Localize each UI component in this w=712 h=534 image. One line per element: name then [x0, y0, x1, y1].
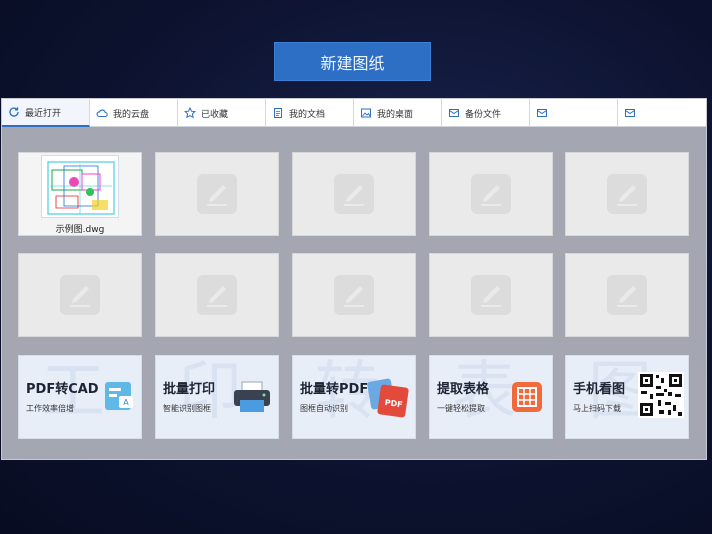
feature-batch-print[interactable]: 印 批量打印 智能识别图框	[155, 355, 279, 439]
document-icon	[272, 107, 284, 119]
feature-subtitle: 马上扫码下载	[573, 404, 621, 413]
empty-slot	[565, 152, 689, 236]
placeholder-icon	[334, 275, 374, 315]
refresh-icon	[8, 106, 20, 118]
empty-slot	[292, 152, 416, 236]
tab-label: 备份文件	[465, 109, 502, 120]
qr-code-icon	[638, 372, 684, 418]
tab-label: 最近打开	[25, 108, 62, 119]
feature-mobile-view[interactable]: 图 手机看图 马上扫码下载	[565, 355, 689, 439]
placeholder-icon	[197, 275, 237, 315]
empty-slot	[292, 253, 416, 337]
feature-title: 批量转PDF	[300, 382, 369, 397]
tab-backup[interactable]: 备份文件	[442, 99, 530, 127]
feature-title: PDF转CAD	[26, 382, 99, 397]
feature-subtitle: 工作效率倍增	[26, 404, 74, 413]
printer-icon	[234, 381, 270, 412]
pdf-to-cad-icon: A	[105, 382, 133, 410]
tab-extra-2[interactable]	[618, 99, 706, 127]
placeholder-icon	[197, 174, 237, 214]
tab-favorites[interactable]: 已收藏	[178, 99, 266, 127]
empty-slot	[429, 152, 553, 236]
feature-title: 批量打印	[163, 382, 216, 397]
placeholder-icon	[607, 275, 647, 315]
star-icon	[184, 107, 196, 119]
tab-bar: 最近打开 我的云盘 已收藏 我的文档 我的桌面 备份文件	[2, 99, 706, 127]
feature-pdf-to-cad[interactable]: 工 PDF转CAD 工作效率倍增 A	[18, 355, 142, 439]
table-icon	[512, 382, 542, 412]
tab-recent[interactable]: 最近打开	[2, 99, 90, 127]
empty-slot	[429, 253, 553, 337]
placeholder-icon	[334, 174, 374, 214]
feature-batch-to-pdf[interactable]: 转 批量转PDF 图框自动识别 PDF	[292, 355, 416, 439]
pdf-icon: PDF	[367, 378, 409, 418]
placeholder-icon	[60, 275, 100, 315]
placeholder-icon	[471, 174, 511, 214]
empty-slot	[18, 253, 142, 337]
new-drawing-button[interactable]: 新建图纸	[274, 42, 431, 81]
placeholder-icon	[607, 174, 647, 214]
tab-label: 我的桌面	[377, 109, 414, 120]
feature-extract-table[interactable]: 表 提取表格 一键轻松提取	[429, 355, 553, 439]
file-name: 示例图.dwg	[55, 225, 105, 235]
mail-icon	[536, 107, 548, 119]
feature-subtitle: 图框自动识别	[300, 404, 348, 413]
empty-slot	[155, 253, 279, 337]
tab-documents[interactable]: 我的文档	[266, 99, 354, 127]
file-thumbnail	[41, 155, 119, 218]
image-icon	[360, 107, 372, 119]
empty-slot	[155, 152, 279, 236]
tab-label: 已收藏	[201, 109, 229, 120]
tab-label: 我的文档	[289, 109, 326, 120]
tab-extra-1[interactable]	[530, 99, 618, 127]
empty-slot	[565, 253, 689, 337]
tab-cloud[interactable]: 我的云盘	[90, 99, 178, 127]
placeholder-icon	[471, 275, 511, 315]
feature-title: 手机看图	[573, 382, 626, 397]
mail-icon	[624, 107, 636, 119]
svg-text:A: A	[123, 398, 129, 407]
file-browser-panel: 最近打开 我的云盘 已收藏 我的文档 我的桌面 备份文件 示例图.dwg 工 P…	[1, 98, 707, 460]
mail-icon	[448, 107, 460, 119]
feature-title: 提取表格	[437, 382, 490, 397]
feature-subtitle: 一键轻松提取	[437, 404, 485, 413]
tab-desktop[interactable]: 我的桌面	[354, 99, 442, 127]
cloud-icon	[96, 107, 108, 119]
tab-label: 我的云盘	[113, 109, 150, 120]
file-card[interactable]: 示例图.dwg	[18, 152, 142, 236]
feature-subtitle: 智能识别图框	[163, 404, 211, 413]
